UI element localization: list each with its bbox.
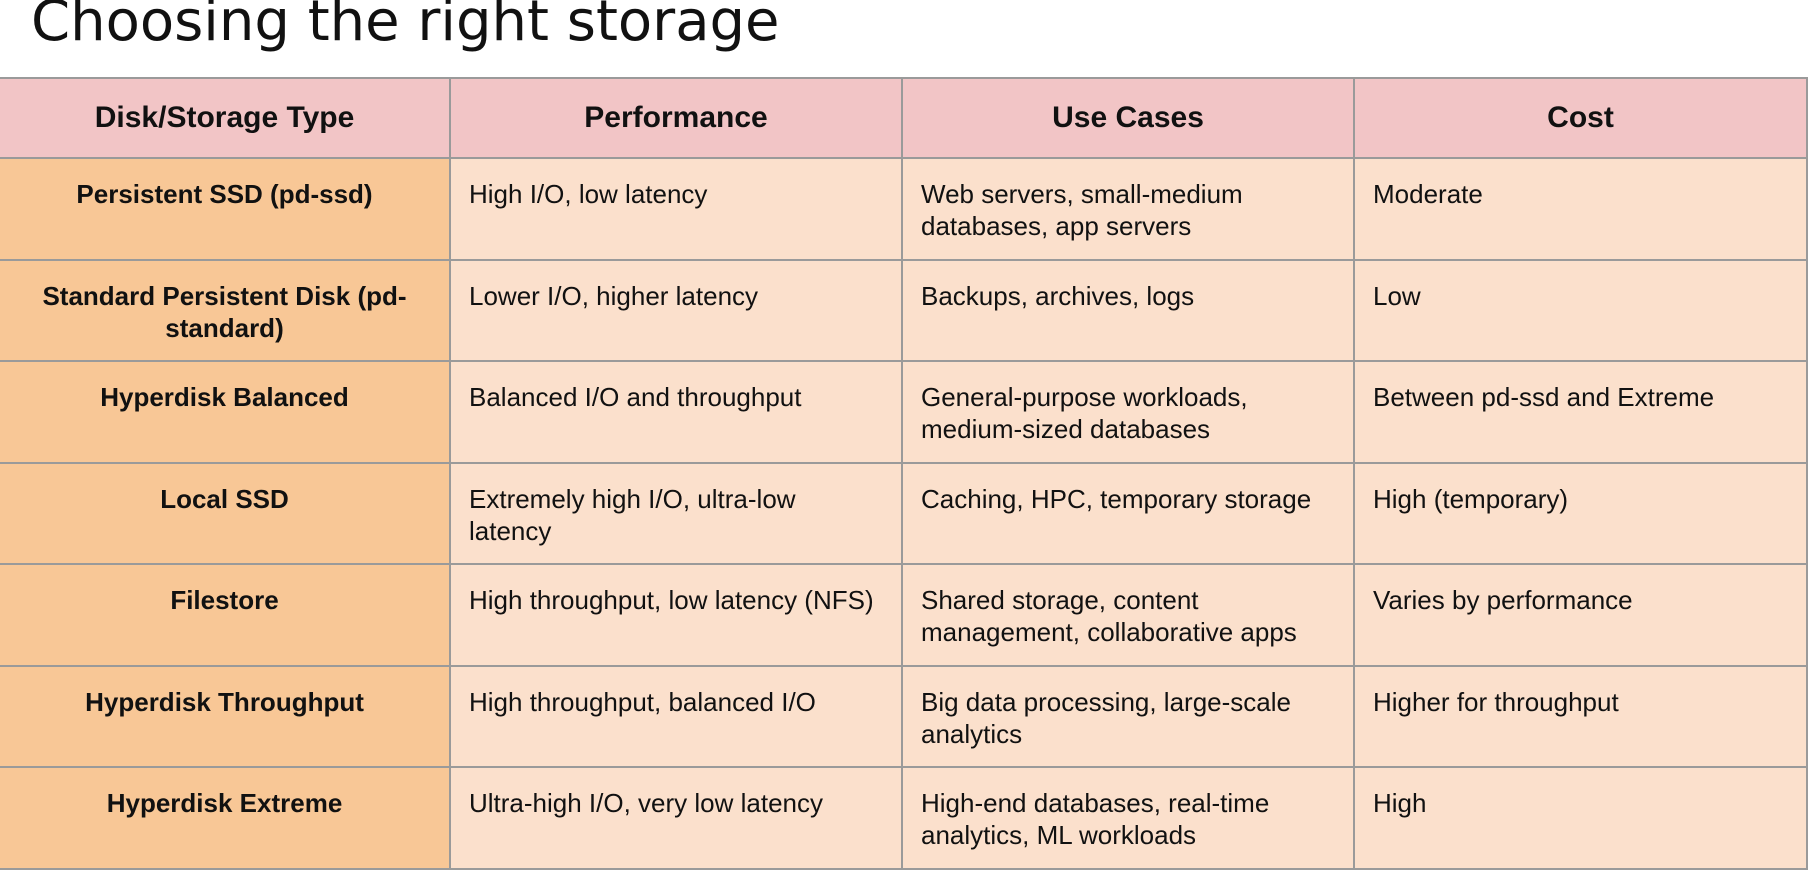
table-row: Hyperdisk Extreme Ultra-high I/O, very l…: [0, 766, 1808, 870]
table-body: Persistent SSD (pd-ssd) High I/O, low la…: [0, 157, 1808, 870]
column-header-type: Disk/Storage Type: [0, 77, 451, 159]
column-header-cost: Cost: [1353, 77, 1808, 159]
performance-cell: Balanced I/O and throughput: [449, 360, 903, 464]
storage-type-cell: Hyperdisk Throughput: [0, 664, 451, 768]
performance-cell: Ultra-high I/O, very low latency: [449, 766, 903, 870]
cost-cell: High: [1353, 766, 1808, 870]
use-cases-cell: Web servers, small-medium databases, app…: [901, 157, 1355, 261]
cost-cell: High (temporary): [1353, 461, 1808, 565]
performance-cell: High throughput, balanced I/O: [449, 664, 903, 768]
use-cases-cell: Caching, HPC, temporary storage: [901, 461, 1355, 565]
table-row: Hyperdisk Balanced Balanced I/O and thro…: [0, 360, 1808, 464]
storage-type-cell: Standard Persistent Disk (pd-standard): [0, 258, 451, 362]
use-cases-cell: Big data processing, large-scale analyti…: [901, 664, 1355, 768]
performance-cell: Lower I/O, higher latency: [449, 258, 903, 362]
column-header-performance: Performance: [449, 77, 903, 159]
table-row: Filestore High throughput, low latency (…: [0, 563, 1808, 667]
table-row: Standard Persistent Disk (pd-standard) L…: [0, 258, 1808, 362]
column-header-use-cases: Use Cases: [901, 77, 1355, 159]
performance-cell: Extremely high I/O, ultra-low latency: [449, 461, 903, 565]
table-row: Persistent SSD (pd-ssd) High I/O, low la…: [0, 157, 1808, 261]
storage-type-cell: Hyperdisk Balanced: [0, 360, 451, 464]
cost-cell: Higher for throughput: [1353, 664, 1808, 768]
performance-cell: High I/O, low latency: [449, 157, 903, 261]
storage-comparison-table: Disk/Storage Type Performance Use Cases …: [0, 77, 1808, 870]
header-row: Disk/Storage Type Performance Use Cases …: [0, 77, 1808, 159]
use-cases-cell: Shared storage, content management, coll…: [901, 563, 1355, 667]
table-row: Hyperdisk Throughput High throughput, ba…: [0, 664, 1808, 768]
use-cases-cell: High-end databases, real-time analytics,…: [901, 766, 1355, 870]
storage-type-cell: Local SSD: [0, 461, 451, 565]
use-cases-cell: General-purpose workloads, medium-sized …: [901, 360, 1355, 464]
cost-cell: Moderate: [1353, 157, 1808, 261]
cost-cell: Low: [1353, 258, 1808, 362]
storage-type-cell: Filestore: [0, 563, 451, 667]
cost-cell: Between pd-ssd and Extreme: [1353, 360, 1808, 464]
performance-cell: High throughput, low latency (NFS): [449, 563, 903, 667]
cost-cell: Varies by performance: [1353, 563, 1808, 667]
use-cases-cell: Backups, archives, logs: [901, 258, 1355, 362]
slide-title: Choosing the right storage: [31, 0, 780, 54]
storage-type-cell: Hyperdisk Extreme: [0, 766, 451, 870]
table-header: Disk/Storage Type Performance Use Cases …: [0, 77, 1808, 159]
table-row: Local SSD Extremely high I/O, ultra-low …: [0, 461, 1808, 565]
storage-type-cell: Persistent SSD (pd-ssd): [0, 157, 451, 261]
